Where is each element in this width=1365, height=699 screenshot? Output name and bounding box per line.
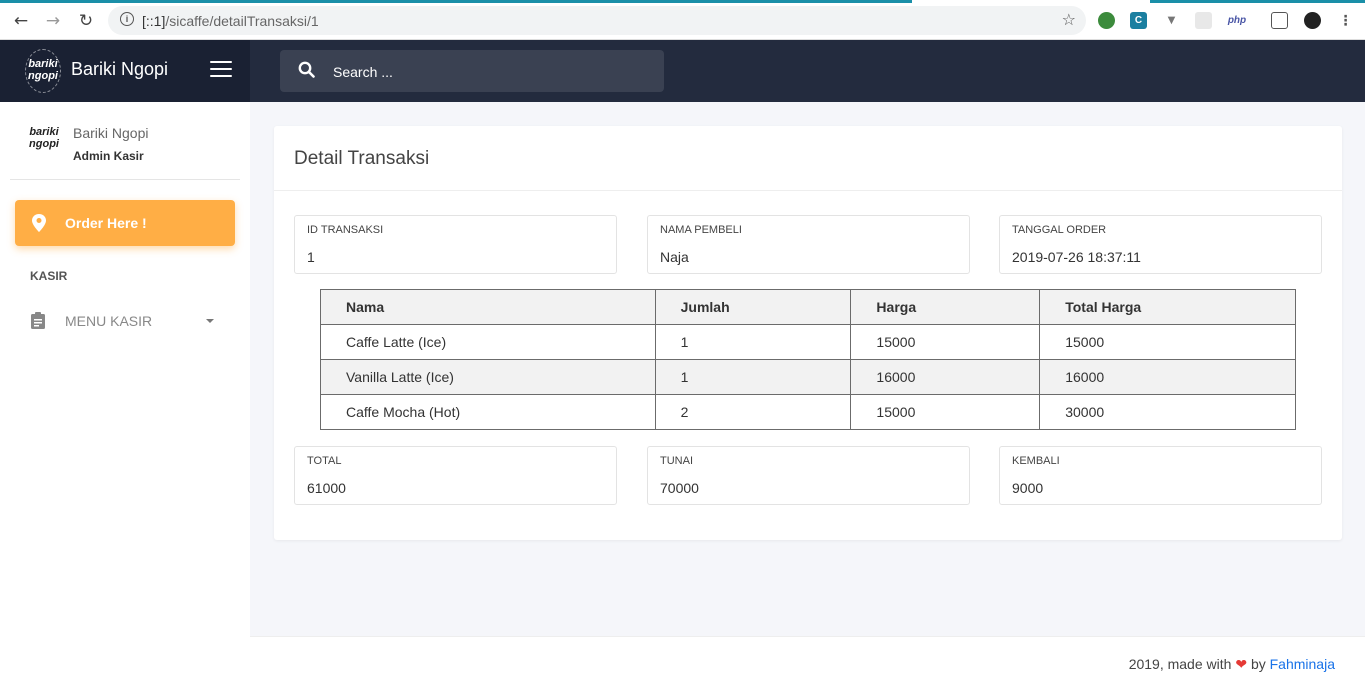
address-bar[interactable]: i [::1]/sicaffe/detailTransaksi/1 ☆ (108, 6, 1086, 35)
field-label: KEMBALI (1012, 455, 1060, 467)
browser-toolbar: ← → ↻ i [::1]/sicaffe/detailTransaksi/1 … (0, 0, 1365, 40)
column-header-nama: Nama (320, 289, 656, 325)
reload-icon[interactable]: ↻ (75, 10, 97, 32)
extension-globe-icon[interactable] (1098, 12, 1115, 29)
user-role: Admin Kasir (73, 149, 144, 163)
extension-grid-icon[interactable] (1195, 12, 1212, 29)
cell-jumlah: 2 (654, 394, 852, 430)
cell-harga: 16000 (850, 359, 1041, 395)
heart-icon: ❤ (1235, 657, 1248, 673)
kembali-field: KEMBALI 9000 (999, 446, 1322, 505)
detail-transaksi-card: Detail Transaksi ID TRANSAKSI 1 NAMA PEM… (274, 126, 1342, 540)
cell-harga: 15000 (850, 324, 1041, 360)
author-link[interactable]: Fahminaja (1270, 656, 1335, 672)
field-value: 61000 (307, 480, 346, 496)
order-items-table: Nama Jumlah Harga Total Harga Caffe Latt… (320, 289, 1296, 430)
extension-v-icon[interactable]: ▼ (1163, 12, 1180, 29)
url-text[interactable]: [::1]/sicaffe/detailTransaksi/1 (142, 13, 319, 29)
sidebar-item-menu-kasir[interactable]: MENU KASIR (15, 307, 235, 337)
url-host: [::1] (142, 13, 166, 29)
brand-name[interactable]: Bariki Ngopi (71, 59, 168, 80)
field-value: 9000 (1012, 480, 1044, 496)
search-icon (298, 61, 315, 78)
table-row: Vanilla Latte (Ice) 1 16000 16000 (320, 359, 1296, 395)
column-header-harga: Harga (850, 289, 1041, 325)
user-name: Bariki Ngopi (73, 125, 149, 141)
cell-total-harga: 30000 (1039, 394, 1296, 430)
back-icon[interactable]: ← (10, 10, 32, 32)
search-input[interactable]: Search ... (333, 64, 393, 80)
nama-pembeli-field: NAMA PEMBELI Naja (647, 215, 970, 274)
field-label: TANGGAL ORDER (1012, 224, 1107, 236)
footer-by: by (1250, 656, 1266, 672)
cell-harga: 15000 (850, 394, 1041, 430)
sidebar-divider (10, 179, 240, 180)
brand-logo[interactable]: bariki ngopi (25, 49, 61, 93)
footer-prefix: 2019, made with (1128, 656, 1232, 672)
page-footer: 2019, made with ❤ by Fahminaja (250, 636, 1365, 699)
cell-nama: Caffe Latte (Ice) (320, 324, 656, 360)
avatar-lettering: bariki ngopi (29, 126, 59, 150)
column-header-jumlah: Jumlah (654, 289, 852, 325)
brand-area: bariki ngopi Bariki Ngopi (0, 40, 250, 102)
menu-kasir-label: MENU KASIR (65, 313, 153, 329)
field-label: TUNAI (660, 455, 693, 467)
sidebar: bariki ngopi Bariki Ngopi Admin Kasir Or… (0, 102, 250, 699)
footer-credit: 2019, made with ❤ by Fahminaja (1129, 656, 1335, 673)
url-path: /sicaffe/detailTransaksi/1 (165, 13, 319, 29)
user-avatar: bariki ngopi (24, 120, 64, 160)
cast-icon[interactable] (1271, 12, 1288, 29)
profile-avatar-icon[interactable] (1304, 12, 1321, 29)
browser-menu-icon[interactable]: ⋮ (1337, 12, 1354, 29)
order-here-button[interactable]: Order Here ! (15, 200, 235, 246)
page-title: Detail Transaksi (294, 148, 430, 169)
site-info-icon[interactable]: i (120, 12, 134, 26)
cell-nama: Caffe Mocha (Hot) (320, 394, 656, 430)
table-row: Caffe Mocha (Hot) 2 15000 30000 (320, 394, 1296, 430)
field-value: 1 (307, 249, 315, 265)
field-value: Naja (660, 249, 689, 265)
field-value: 70000 (660, 480, 699, 496)
map-pin-icon (32, 214, 46, 232)
page-load-progress (0, 0, 912, 3)
logo-rays (25, 49, 61, 93)
order-button-label: Order Here ! (65, 215, 147, 231)
cell-nama: Vanilla Latte (Ice) (320, 359, 656, 395)
column-header-total-harga: Total Harga (1039, 289, 1296, 325)
tab-strip-accent (1150, 0, 1365, 3)
field-label: TOTAL (307, 455, 342, 467)
cell-jumlah: 1 (654, 324, 852, 360)
bookmark-star-icon[interactable]: ☆ (1062, 10, 1076, 29)
field-value: 2019-07-26 18:37:11 (1012, 249, 1141, 265)
cell-total-harga: 16000 (1039, 359, 1296, 395)
forward-icon[interactable]: → (42, 10, 64, 32)
table-header-row: Nama Jumlah Harga Total Harga (320, 289, 1296, 325)
tanggal-order-field: TANGGAL ORDER 2019-07-26 18:37:11 (999, 215, 1322, 274)
search-bar[interactable]: Search ... (280, 50, 664, 92)
cell-total-harga: 15000 (1039, 324, 1296, 360)
extension-c-icon[interactable]: C (1130, 12, 1147, 29)
id-transaksi-field: ID TRANSAKSI 1 (294, 215, 617, 274)
hamburger-menu-icon[interactable] (210, 61, 232, 78)
sidebar-section-kasir: KASIR (30, 269, 68, 283)
extension-php-icon[interactable]: php (1226, 12, 1248, 29)
field-label: ID TRANSAKSI (307, 224, 384, 236)
card-header-divider (274, 190, 1342, 191)
table-row: Caffe Latte (Ice) 1 15000 15000 (320, 324, 1296, 360)
field-label: NAMA PEMBELI (660, 224, 742, 236)
tunai-field: TUNAI 70000 (647, 446, 970, 505)
chevron-down-icon (206, 319, 214, 323)
cell-jumlah: 1 (654, 359, 852, 395)
total-field: TOTAL 61000 (294, 446, 617, 505)
clipboard-icon (31, 312, 45, 329)
app-topbar: bariki ngopi Bariki Ngopi Search ... (0, 40, 1365, 102)
